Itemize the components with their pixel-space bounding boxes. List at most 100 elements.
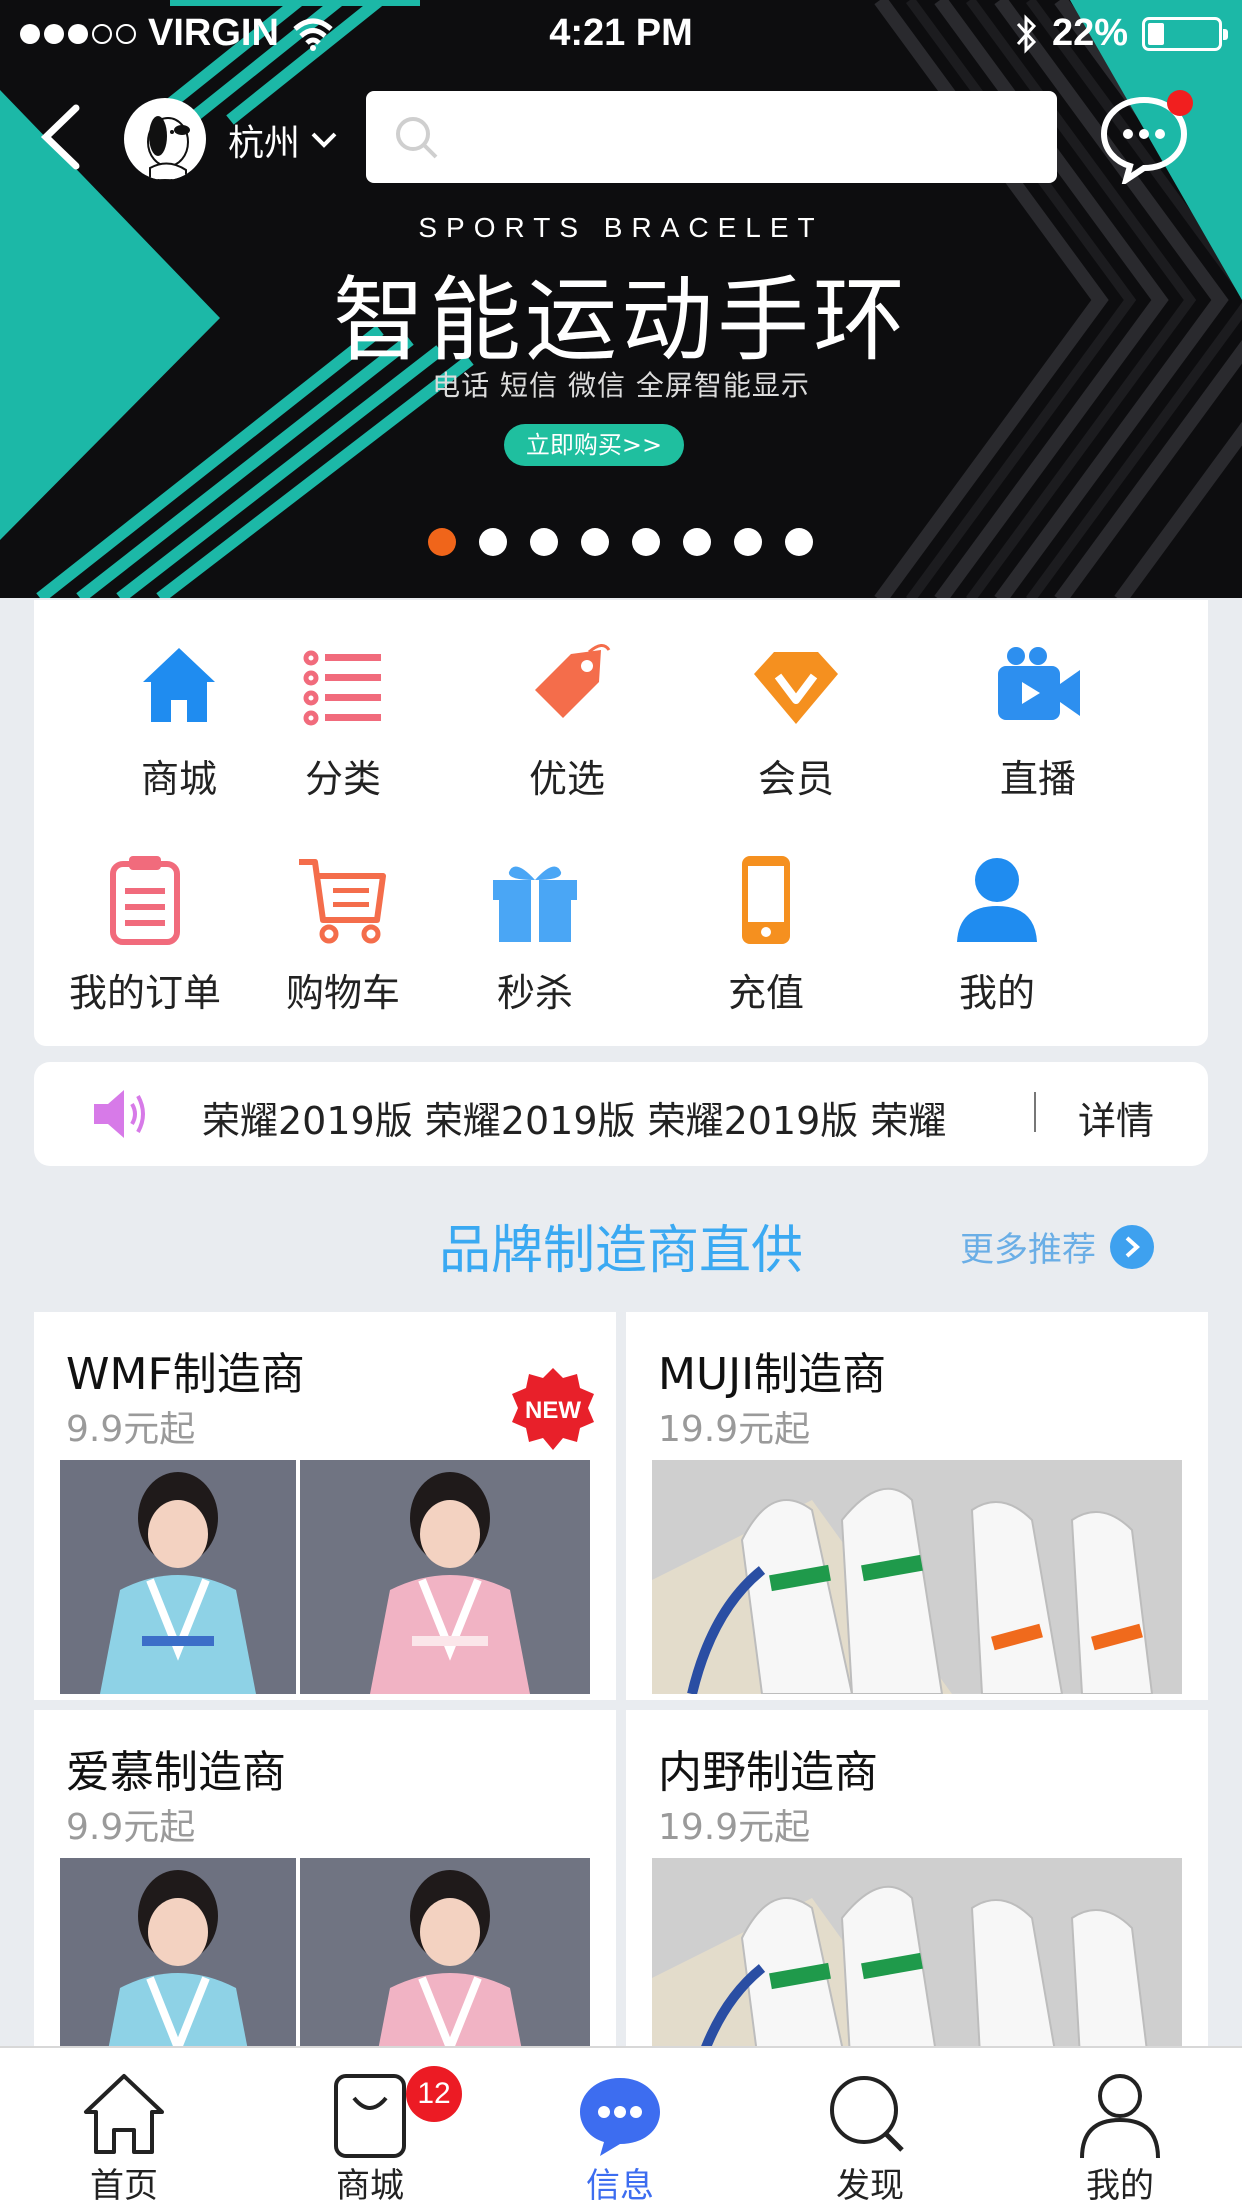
brand-card[interactable]: 内野制造商 19.9元起 [626, 1710, 1208, 2098]
brand-card[interactable]: WMF制造商 9.9元起 NEW [34, 1312, 616, 1700]
brand-price: 19.9元起 [658, 1807, 811, 1848]
status-right: 22% [1014, 12, 1228, 55]
tab-label: 首页 [90, 2166, 158, 2206]
banner-subtitle: 电话 短信 微信 全屏智能显示 [432, 369, 810, 402]
carousel-dot[interactable] [683, 528, 711, 556]
home-outline-icon [84, 2074, 164, 2154]
menu-label: 会员 [757, 757, 834, 801]
menu-item-cart[interactable]: 购物车 [243, 850, 443, 1017]
chevron-right-icon [1110, 1224, 1154, 1269]
snoopy-avatar-icon [147, 116, 190, 180]
top-nav: 杭州 [0, 88, 1242, 184]
hero-banner[interactable]: VIRGIN 4:21 PM 22% 杭州 SPORTS BRACELET 智能… [0, 0, 1242, 598]
announcement-detail-link[interactable]: 详情 [1078, 1090, 1154, 1145]
menu-item-live[interactable]: 直播 [938, 636, 1138, 803]
carousel-dot[interactable] [479, 528, 507, 556]
banner-title: 智能运动手环 [332, 267, 909, 374]
search-input[interactable] [454, 111, 1034, 163]
phone-icon [742, 856, 790, 944]
home-icon [143, 648, 215, 722]
more-recommendations-link[interactable]: 更多推荐 [960, 1222, 1154, 1271]
menu-label: 我的订单 [68, 971, 221, 1015]
menu-label: 直播 [999, 757, 1076, 801]
brand-card[interactable]: MUJI制造商 19.9元起 [626, 1312, 1208, 1700]
more-label: 更多推荐 [960, 1230, 1096, 1270]
carousel-dot[interactable] [530, 528, 558, 556]
battery-percent: 22% [1051, 12, 1128, 54]
avatar[interactable] [124, 98, 206, 180]
divider [1034, 1092, 1036, 1132]
carousel-dot[interactable] [632, 528, 660, 556]
clipboard-icon [110, 856, 180, 945]
carousel-dots [428, 528, 813, 556]
tag-icon [535, 644, 611, 718]
carousel-dot[interactable] [734, 528, 762, 556]
bluetooth-icon [1016, 13, 1036, 54]
new-badge-label: NEW [525, 1397, 581, 1424]
menu-item-category[interactable]: 分类 [243, 636, 443, 803]
gift-icon [493, 866, 577, 942]
brand-name: MUJI制造商 [658, 1349, 887, 1400]
brand-price: 9.9元起 [66, 1807, 196, 1848]
list-icon [303, 650, 381, 726]
menu-item-selected[interactable]: 优选 [467, 636, 667, 803]
city-name: 杭州 [228, 123, 301, 164]
tab-mine[interactable]: 我的 [1040, 2066, 1200, 2207]
menu-item-flash-sale[interactable]: 秒杀 [435, 850, 635, 1017]
brand-name: 爱慕制造商 [66, 1747, 286, 1798]
carousel-dot[interactable] [581, 528, 609, 556]
brand-price: 9.9元起 [66, 1409, 196, 1450]
brand-name: 内野制造商 [658, 1747, 878, 1798]
back-icon[interactable] [36, 102, 96, 172]
user-icon [957, 858, 1037, 942]
buy-now-button[interactable]: 立即购买>> [504, 424, 684, 466]
vip-icon [754, 652, 838, 724]
brand-price: 19.9元起 [658, 1409, 811, 1450]
carousel-dot[interactable] [428, 528, 456, 556]
product-photo [652, 1460, 1182, 1694]
search-icon [830, 2076, 904, 2152]
shopping-bag-icon [334, 2074, 406, 2158]
menu-item-mine[interactable]: 我的 [897, 850, 1097, 1017]
menu-item-recharge[interactable]: 充值 [666, 850, 866, 1017]
menu-label: 我的 [958, 971, 1035, 1015]
announcement-text: 荣耀2019版 荣耀2019版 荣耀2019版 荣耀 [202, 1099, 947, 1143]
menu-label: 优选 [528, 757, 605, 801]
tab-label: 信息 [586, 2166, 654, 2206]
brand-name: WMF制造商 [66, 1349, 305, 1400]
menu-label: 购物车 [285, 971, 400, 1015]
cart-icon [299, 859, 386, 944]
status-bar: VIRGIN 4:21 PM 22% [0, 0, 1242, 64]
cart-count-badge: 12 [406, 2066, 462, 2122]
person-outline-icon [1080, 2074, 1160, 2159]
brand-card[interactable]: 爱慕制造商 9.9元起 [34, 1710, 616, 2098]
menu-label: 秒杀 [496, 971, 573, 1015]
product-photo [60, 1460, 590, 1694]
search-box[interactable] [366, 91, 1057, 183]
tab-label: 商城 [336, 2166, 404, 2206]
video-camera-icon [998, 647, 1080, 720]
tab-home[interactable]: 首页 [44, 2066, 204, 2207]
banner-title-en: SPORTS BRACELET [418, 212, 824, 243]
menu-label: 充值 [727, 971, 804, 1015]
search-icon [396, 117, 438, 159]
speaker-icon [94, 1090, 145, 1138]
menu-item-orders[interactable]: 我的订单 [45, 850, 245, 1017]
chat-bubble-icon [580, 2078, 660, 2156]
battery-icon [1142, 16, 1228, 51]
carousel-dot[interactable] [785, 528, 813, 556]
battery-fill [1148, 22, 1165, 45]
chevron-down-icon [311, 132, 337, 148]
category-menu: 商城 分类 优选 会员 直播 我的订单 购物车 秒杀 充值 我的 [34, 600, 1208, 1046]
tab-label: 我的 [1086, 2166, 1154, 2206]
bottom-tab-bar: 首页 商城 信息 发现 我的 [0, 2046, 1242, 2208]
tab-messages[interactable]: 信息 [540, 2066, 700, 2207]
tab-label: 发现 [836, 2166, 904, 2206]
message-unread-dot [1167, 90, 1193, 116]
new-badge: NEW [512, 1368, 594, 1450]
menu-label: 分类 [304, 757, 381, 801]
city-selector[interactable]: 杭州 [228, 114, 338, 166]
tab-discover[interactable]: 发现 [790, 2066, 950, 2207]
announcement-bar[interactable]: 荣耀2019版 荣耀2019版 荣耀2019版 荣耀 详情 [34, 1062, 1208, 1166]
menu-item-vip[interactable]: 会员 [696, 636, 896, 803]
